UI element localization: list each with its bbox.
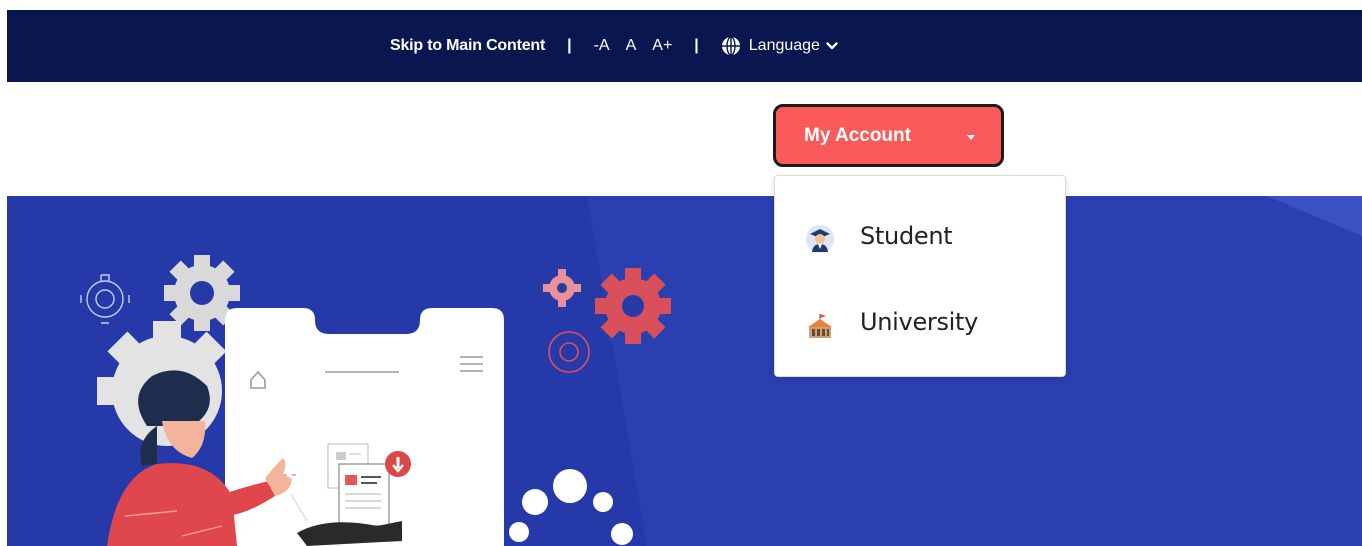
- chevron-down-icon: [826, 42, 838, 50]
- outline-gear-icon: [80, 274, 130, 324]
- caret-down-icon: [967, 135, 975, 140]
- language-selector[interactable]: Language: [721, 36, 846, 56]
- phone-mockup: - -: [225, 308, 504, 546]
- document-front: [338, 463, 390, 527]
- loading-dots: [509, 469, 633, 545]
- account-dropdown-menu: Student University: [774, 175, 1066, 377]
- skip-to-main-content-link[interactable]: Skip to Main Content: [390, 37, 545, 55]
- site-header: My Account: [7, 82, 1362, 196]
- red-gear-icon: [595, 268, 671, 344]
- student-graduate-icon: [806, 225, 834, 253]
- download-badge-icon: [385, 451, 411, 477]
- university-building-icon: [808, 314, 832, 338]
- outline-red-gear-icon: [548, 331, 590, 373]
- dropdown-item-student[interactable]: Student: [775, 206, 1065, 266]
- pink-gear-icon: [543, 269, 581, 307]
- page: Skip to Main Content | -A A A+ | Languag…: [0, 0, 1362, 546]
- separator: |: [567, 37, 572, 54]
- my-account-button[interactable]: My Account: [773, 104, 1004, 167]
- font-normal-button[interactable]: A: [626, 37, 637, 55]
- accessibility-bar-inner: Skip to Main Content | -A A A+ | Languag…: [390, 10, 846, 82]
- font-increase-button[interactable]: A+: [652, 37, 672, 55]
- my-account-label: My Account: [804, 124, 911, 146]
- separator: |: [694, 37, 699, 54]
- dropdown-item-university[interactable]: University: [775, 292, 1065, 352]
- language-label: Language: [748, 37, 820, 54]
- font-decrease-button[interactable]: -A: [594, 37, 610, 55]
- dropdown-item-student-label: Student: [860, 222, 953, 250]
- globe-icon: [721, 36, 740, 56]
- hero-banner: - -: [7, 196, 1362, 546]
- accessibility-bar: Skip to Main Content | -A A A+ | Languag…: [7, 10, 1362, 82]
- hero-illustration: - -: [80, 196, 1362, 546]
- dropdown-item-university-label: University: [860, 308, 979, 336]
